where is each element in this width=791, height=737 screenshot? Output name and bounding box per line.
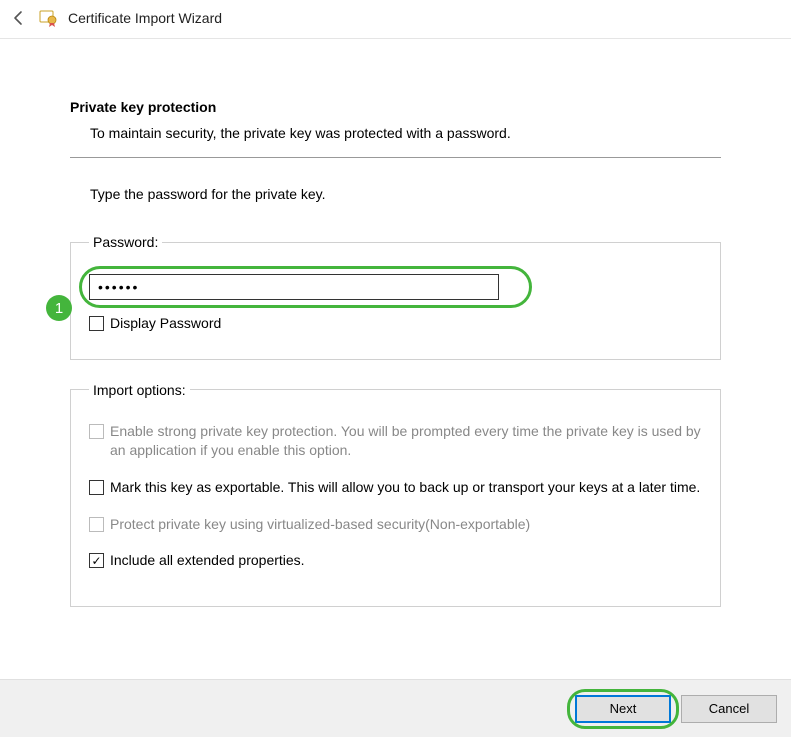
option-virtualized-row: Protect private key using virtualized-ba… — [89, 515, 702, 534]
footer: Next Cancel — [0, 679, 791, 737]
page-heading: Private key protection — [70, 99, 721, 115]
annotation-badge-1: 1 — [46, 295, 72, 321]
option-include-ext-checkbox[interactable] — [89, 553, 104, 568]
display-password-checkbox[interactable] — [89, 316, 104, 331]
display-password-label: Display Password — [110, 314, 221, 333]
option-include-ext-label: Include all extended properties. — [110, 551, 305, 570]
wizard-content: Private key protection To maintain secur… — [0, 39, 791, 649]
divider — [70, 157, 721, 158]
window-title: Certificate Import Wizard — [68, 10, 222, 26]
import-options-fieldset: Import options: Enable strong private ke… — [70, 382, 721, 607]
page-subheading: To maintain security, the private key wa… — [90, 125, 721, 141]
instruction-text: Type the password for the private key. — [90, 186, 721, 202]
password-row — [89, 274, 702, 300]
display-password-row: Display Password — [89, 314, 702, 333]
certificate-icon — [38, 8, 58, 28]
option-enable-strong-checkbox — [89, 424, 104, 439]
next-button-wrap: Next — [575, 695, 671, 723]
option-exportable-row: Mark this key as exportable. This will a… — [89, 478, 702, 497]
titlebar: Certificate Import Wizard — [0, 0, 791, 39]
option-enable-strong-label: Enable strong private key protection. Yo… — [110, 422, 702, 460]
option-exportable-checkbox[interactable] — [89, 480, 104, 495]
option-virtualized-label: Protect private key using virtualized-ba… — [110, 515, 530, 534]
next-button[interactable]: Next — [575, 695, 671, 723]
import-options-legend: Import options: — [89, 382, 190, 398]
cancel-button[interactable]: Cancel — [681, 695, 777, 723]
back-arrow-icon[interactable] — [10, 9, 28, 27]
option-include-ext-row: Include all extended properties. — [89, 551, 702, 570]
option-exportable-label: Mark this key as exportable. This will a… — [110, 478, 700, 497]
password-input[interactable] — [89, 274, 499, 300]
password-legend: Password: — [89, 234, 162, 250]
option-virtualized-checkbox — [89, 517, 104, 532]
password-fieldset: Password: Display Password — [70, 234, 721, 360]
option-enable-strong-row: Enable strong private key protection. Yo… — [89, 422, 702, 460]
